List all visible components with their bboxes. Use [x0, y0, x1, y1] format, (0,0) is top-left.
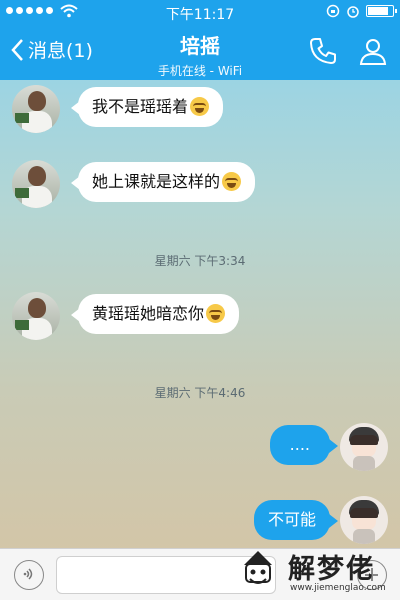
chat-area[interactable]: 我不是瑶瑶着 她上课就是这样的 星期六 下午3:34 黄瑶瑶她暗恋你 星期六 下…: [0, 80, 400, 548]
message-text: 她上课就是这样的: [92, 172, 221, 191]
header-bar: 下午11:17 消息(1) 培摇 手机在线 - WiFi: [0, 0, 400, 80]
profile-icon[interactable]: [358, 36, 388, 66]
contact-avatar[interactable]: [12, 292, 60, 340]
message-text: 我不是瑶瑶着: [92, 97, 189, 116]
status-right: [326, 4, 397, 18]
message-text: 不可能: [267, 510, 316, 529]
contact-avatar[interactable]: [12, 85, 60, 133]
message-timestamp: 星期六 下午3:34: [154, 254, 246, 268]
my-avatar[interactable]: [340, 423, 388, 471]
message-bubble-incoming[interactable]: 黄瑶瑶她暗恋你: [70, 294, 240, 334]
chat-title: 培摇: [180, 34, 220, 58]
message-bubble-outgoing[interactable]: ....: [269, 425, 339, 465]
contact-avatar[interactable]: [12, 160, 60, 208]
watermark-logo-icon: [244, 551, 272, 584]
chat-title-block: 培摇 手机在线 - WiFi: [0, 30, 400, 79]
message-text: 黄瑶瑶她暗恋你: [92, 304, 205, 323]
message-text: ....: [289, 435, 310, 454]
chat-subtitle: 手机在线 - WiFi: [157, 64, 243, 78]
alarm-icon: [347, 6, 359, 18]
my-avatar[interactable]: [340, 496, 388, 544]
voice-icon: [23, 568, 33, 580]
message-bubble-incoming[interactable]: 她上课就是这样的: [70, 162, 256, 202]
rotation-lock-icon: [326, 4, 340, 18]
watermark: 解梦佬 www.jiemenglao.com: [232, 541, 400, 600]
phone-icon[interactable]: [308, 36, 338, 66]
laughing-crying-emoji-icon: [222, 172, 242, 191]
status-bar: 下午11:17: [0, 0, 400, 23]
message-bubble-incoming[interactable]: 我不是瑶瑶着: [70, 87, 224, 127]
message-bubble-outgoing[interactable]: 不可能: [253, 500, 339, 540]
voice-input-button[interactable]: [14, 560, 44, 590]
watermark-text: 解梦佬: [288, 554, 375, 585]
laughing-crying-emoji-icon: [206, 304, 226, 323]
message-timestamp: 星期六 下午4:46: [154, 386, 246, 400]
nav-bar: 消息(1) 培摇 手机在线 - WiFi: [0, 22, 400, 80]
battery-fill: [368, 7, 388, 15]
battery-icon: [366, 5, 397, 17]
laughing-crying-emoji-icon: [190, 97, 210, 116]
watermark-url: www.jiemenglao.com: [290, 583, 386, 593]
